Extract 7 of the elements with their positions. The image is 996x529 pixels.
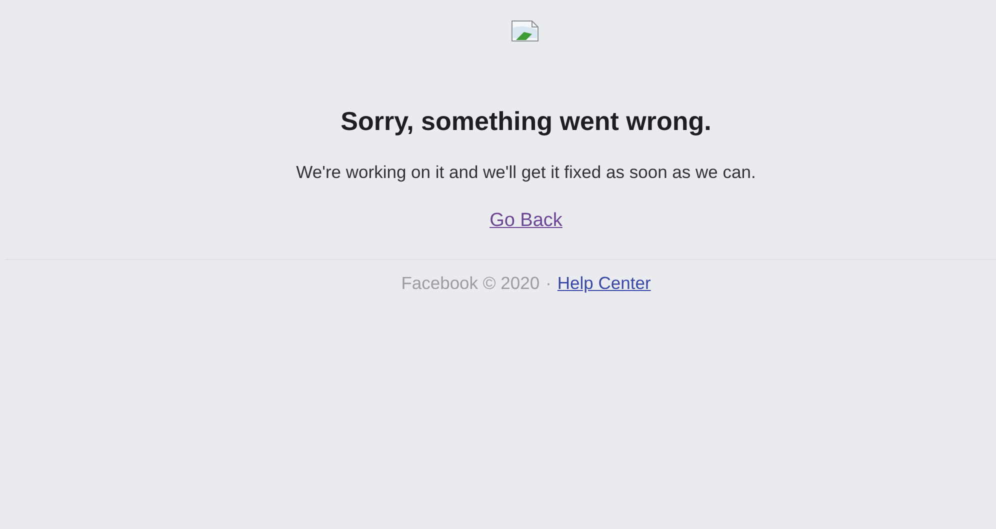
error-title: Sorry, something went wrong. (340, 106, 712, 136)
separator-dot: · (546, 272, 552, 294)
error-message: We're working on it and we'll get it fixed as soon as we can. (296, 161, 756, 183)
broken-image-icon (511, 20, 541, 42)
help-center-link[interactable]: Help Center (557, 272, 651, 294)
copyright-text: Facebook © 2020 (401, 272, 540, 294)
go-back-link[interactable]: Go Back (490, 209, 562, 233)
